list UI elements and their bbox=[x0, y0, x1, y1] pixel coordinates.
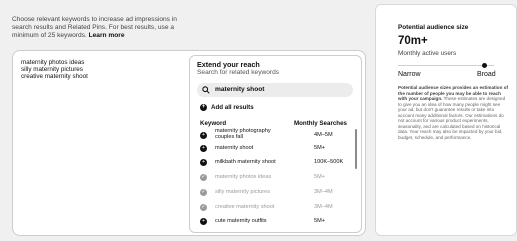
selected-keyword: creative maternity shoot bbox=[21, 73, 88, 81]
narrow-label: Narrow bbox=[398, 71, 421, 78]
audience-description: Potential audience sizes provides an est… bbox=[398, 85, 510, 140]
keyword-result-row[interactable]: ✓ creative maternity shoot 3M–4M bbox=[200, 203, 344, 218]
result-keyword: silly maternity pictures bbox=[215, 188, 271, 195]
add-all-label: Add all results bbox=[211, 104, 254, 111]
audience-value: 70m+ bbox=[398, 35, 428, 47]
selected-keywords-textarea[interactable]: maternity photos ideas silly maternity p… bbox=[17, 55, 187, 233]
result-monthly-searches: 5M+ bbox=[314, 144, 326, 151]
result-monthly-searches: 5M+ bbox=[314, 218, 326, 225]
check-icon: ✓ bbox=[200, 203, 207, 211]
search-value: maternity shoot bbox=[215, 86, 265, 93]
selected-keyword: silly maternity pictures bbox=[21, 66, 83, 74]
keyword-intro-text: Choose relevant keywords to increase ad … bbox=[12, 16, 190, 41]
audience-size-card: Potential audience size 70m+ Monthly act… bbox=[375, 4, 517, 236]
result-keyword: maternity shoot bbox=[215, 144, 254, 151]
audience-slider-track bbox=[398, 65, 494, 66]
result-monthly-searches: 3M–4M bbox=[314, 203, 333, 210]
result-keyword: maternity photography couples fall bbox=[215, 128, 271, 141]
selected-keyword: maternity photos ideas bbox=[21, 59, 85, 66]
plus-icon[interactable]: + bbox=[200, 218, 207, 226]
keyword-result-row[interactable]: ✓ silly maternity pictures 3M–4M bbox=[200, 188, 344, 203]
result-keyword: creative maternity shoot bbox=[215, 203, 275, 210]
plus-icon[interactable]: + bbox=[200, 159, 207, 167]
keyword-search-input[interactable]: maternity shoot bbox=[197, 83, 353, 97]
column-header-keyword: Keyword bbox=[200, 120, 227, 127]
result-keyword: cute maternity outfits bbox=[215, 218, 267, 225]
extend-reach-title: Extend your reach bbox=[197, 60, 260, 69]
results-scrollbar[interactable] bbox=[355, 129, 357, 169]
result-keyword: milkbath maternity shoot bbox=[215, 159, 276, 166]
column-header-monthly-searches: Monthly Searches bbox=[294, 120, 347, 127]
extend-reach-panel: Extend your reach Search for related key… bbox=[189, 55, 362, 233]
result-keyword: maternity photos ideas bbox=[215, 174, 272, 181]
keyword-result-row[interactable]: + cute maternity outfits 5M+ bbox=[200, 218, 344, 232]
keywords-panel: maternity photos ideas silly maternity p… bbox=[12, 50, 366, 236]
plus-icon[interactable]: + bbox=[200, 132, 207, 139]
result-monthly-searches: 3M–4M bbox=[314, 188, 333, 195]
result-monthly-searches: 5M+ bbox=[314, 174, 326, 181]
search-icon bbox=[202, 86, 210, 94]
audience-slider-knob bbox=[481, 63, 487, 68]
keyword-result-row[interactable]: + maternity photography couples fall 4M–5M bbox=[200, 128, 344, 144]
audience-title: Potential audience size bbox=[398, 24, 469, 31]
check-icon: ✓ bbox=[200, 174, 207, 182]
learn-more-link[interactable]: Learn more bbox=[89, 32, 125, 39]
keyword-result-row[interactable]: ✓ maternity photos ideas 5M+ bbox=[200, 174, 344, 188]
keyword-result-row[interactable]: + maternity shoot 5M+ bbox=[200, 144, 344, 159]
result-monthly-searches: 100K–500K bbox=[314, 159, 344, 166]
extend-reach-subtitle: Search for related keywords bbox=[197, 69, 280, 76]
plus-icon: + bbox=[200, 104, 207, 111]
audience-description-rest: These estimates are designed to give you… bbox=[398, 96, 506, 140]
check-icon: ✓ bbox=[200, 188, 207, 196]
result-monthly-searches: 4M–5M bbox=[314, 132, 333, 138]
plus-icon[interactable]: + bbox=[200, 144, 207, 152]
audience-label: Monthly active users bbox=[398, 50, 457, 57]
broad-label: Broad bbox=[477, 71, 496, 78]
add-all-results-button[interactable]: + Add all results bbox=[200, 104, 254, 111]
keyword-result-row[interactable]: + milkbath maternity shoot 100K–500K bbox=[200, 159, 344, 173]
